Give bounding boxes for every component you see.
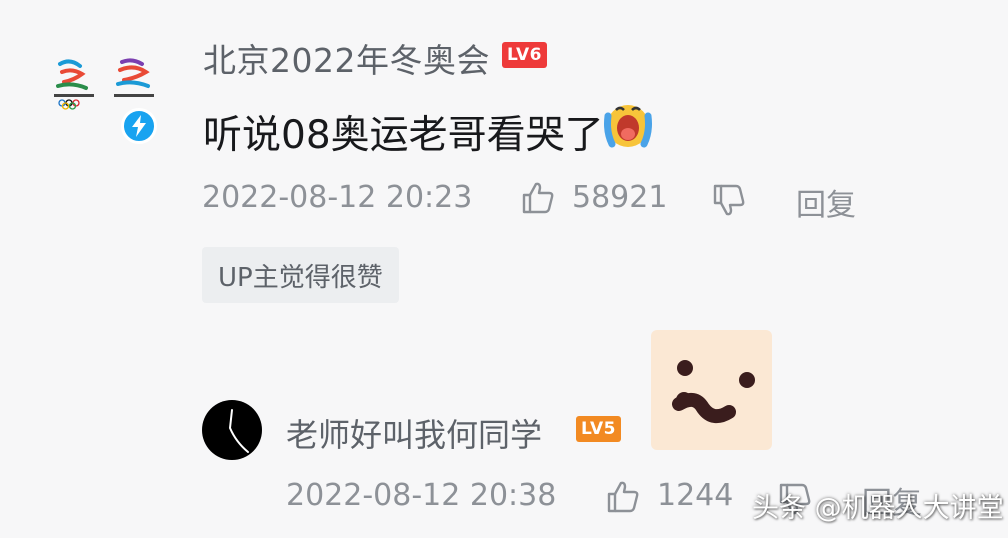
thumb-up-icon[interactable] xyxy=(606,480,640,514)
thumb-up-icon[interactable] xyxy=(521,181,555,215)
reply-level-badge: LV5 xyxy=(576,416,621,442)
sticker-face-icon xyxy=(672,360,755,424)
verified-lightning-icon xyxy=(132,115,146,137)
reply-username[interactable]: 老师好叫我何同学 xyxy=(286,410,542,456)
reply-like-count: 1244 xyxy=(657,478,734,513)
level-badge: LV6 xyxy=(502,42,547,68)
reply-sticker[interactable] xyxy=(651,330,772,450)
watermark: 头条 @机器人大讲堂 xyxy=(752,493,1004,524)
reply-button[interactable]: 回复 xyxy=(796,180,856,224)
avatar-reply-user[interactable] xyxy=(202,400,262,460)
like-count: 58921 xyxy=(572,180,668,215)
comment-username[interactable]: 北京2022年冬奥会 xyxy=(203,34,490,82)
reply-timestamp: 2022-08-12 20:38 xyxy=(286,478,557,513)
crying-emoji-icon xyxy=(604,98,652,150)
comment-timestamp: 2022-08-12 20:23 xyxy=(202,180,473,215)
up-liked-tag: UP主觉得很赞 xyxy=(202,247,399,303)
verified-badge xyxy=(121,108,157,144)
comment-text: 听说08奥运老哥看哭了 xyxy=(203,113,604,158)
thumb-down-icon[interactable] xyxy=(712,183,746,217)
